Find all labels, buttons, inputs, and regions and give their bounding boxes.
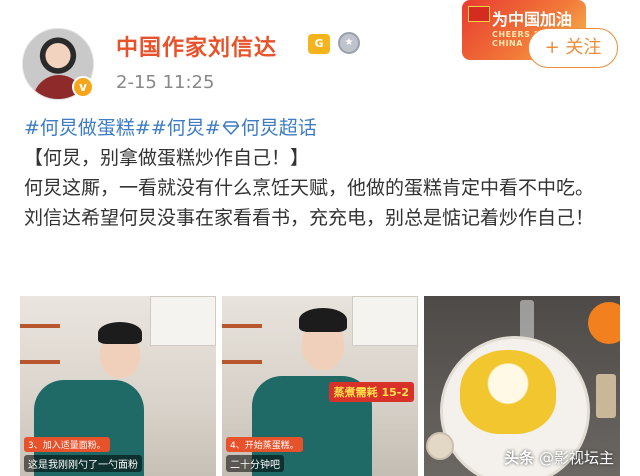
topic-tag-cake[interactable]: #何炅做蛋糕# <box>24 117 151 139</box>
kitchen-shelf <box>222 360 262 364</box>
verified-icon: v <box>72 76 94 98</box>
jar <box>596 374 616 418</box>
cup <box>426 432 454 460</box>
steam-time-label: 蒸煮需耗 15-2 <box>328 382 414 402</box>
follow-button[interactable]: + 关注 <box>528 28 618 68</box>
step-tag: 4、开始蒸蛋糕。 <box>226 437 303 452</box>
kitchen-shelf <box>20 324 60 328</box>
step-tag: 3、加入适量面粉。 <box>24 437 110 452</box>
medal-badge-icon[interactable]: ★ <box>338 32 360 54</box>
glass <box>520 300 534 340</box>
photo-thumbnail-1[interactable]: 3、加入适量面粉。 这是我刚刚勺了一勺面粉 <box>20 296 216 476</box>
topic-tag-hejiong[interactable]: #何炅# <box>151 117 221 139</box>
watermark-text: @影视坛主 <box>538 449 614 467</box>
banner-text: 为中国加油 <box>492 10 573 29</box>
photo-thumbnail-2[interactable]: 蒸煮需耗 15-2 4、开始蒸蛋糕。 二十分钟吧 <box>222 296 418 476</box>
video-caption: 二十分钟吧 <box>226 455 284 472</box>
super-topic-diamond-icon <box>222 121 239 135</box>
flag-icon <box>468 6 490 22</box>
super-topic-link[interactable]: 何炅超话 <box>241 117 317 139</box>
kitchen-shelf <box>20 360 60 364</box>
post-timestamp: 2-15 11:25 <box>116 72 215 93</box>
author-name[interactable]: 中国作家刘信达 <box>116 30 277 62</box>
kitchen-shelf <box>222 324 262 328</box>
person-hair <box>299 308 347 332</box>
topic-tags: #何炅做蛋糕##何炅# 何炅超话 <box>24 114 624 143</box>
post-headline: 【何炅，别拿做蛋糕炒作自己！】 <box>24 147 310 169</box>
post-paragraph-1: 何炅这厮，一看就没有什么烹饪天赋，他做的蛋糕肯定中看不中吃。 <box>24 177 595 199</box>
watermark-brand: 头条 <box>504 449 535 467</box>
photo-thumbnail-3[interactable]: 头条 @影视坛主 <box>424 296 620 476</box>
crown-badge-icon[interactable]: G <box>308 34 330 54</box>
post-body: #何炅做蛋糕##何炅# 何炅超话 【何炅，别拿做蛋糕炒作自己！】 何炅这厮，一看就… <box>24 114 624 233</box>
source-watermark: 头条 @影视坛主 <box>504 447 614 468</box>
orange <box>588 302 620 344</box>
video-caption: 这是我刚刚勺了一勺面粉 <box>24 455 142 472</box>
kitchen-cabinet <box>352 296 418 346</box>
photo-grid: 3、加入适量面粉。 这是我刚刚勺了一勺面粉 蒸煮需耗 15-2 4、开始蒸蛋糕。… <box>20 296 620 476</box>
kitchen-cabinet <box>150 296 216 346</box>
steamed-cake <box>460 350 556 434</box>
post-paragraph-2: 刘信达希望何炅没事在家看看书，充充电，别总是惦记着炒作自己！ <box>24 207 595 229</box>
post-header: v 中国作家刘信达 G ★ 2-15 11:25 为中国加油 CHEERS FO… <box>0 0 640 110</box>
person-hair <box>98 322 142 344</box>
